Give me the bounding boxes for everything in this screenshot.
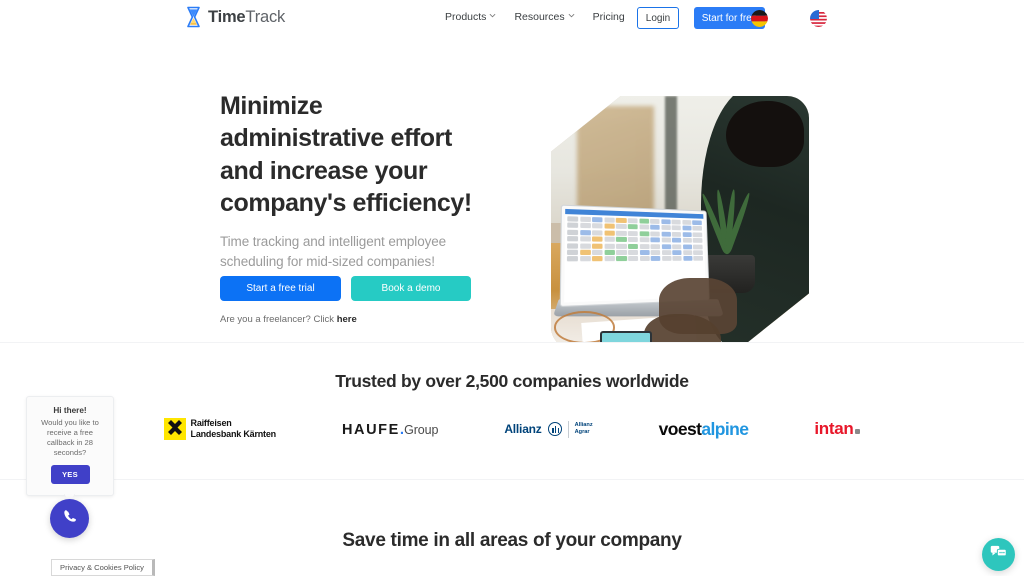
trust-title: Trusted by over 2,500 companies worldwid… (335, 371, 689, 391)
intan-wordmark: intan (814, 419, 854, 438)
haufe-group-label: Group (404, 422, 439, 437)
photo-wood-frame (576, 106, 655, 218)
us-flag-icon[interactable] (810, 10, 827, 27)
callback-phone-button[interactable] (50, 499, 89, 538)
voestalpine-part2: alpine (701, 418, 749, 439)
raiffeisen-wordmark: Raiffeisen Landesbank Kärnten (190, 418, 277, 440)
brand-name: TimeTrack (208, 8, 285, 27)
hero-subtitle: Time tracking and intelligent employee s… (220, 234, 447, 269)
nav-item-products-label: Products (445, 11, 487, 23)
voestalpine-part1: voest (658, 418, 702, 439)
nav-item-products[interactable]: Products (445, 11, 496, 23)
chevron-down-icon (489, 13, 496, 19)
brand-name-light: Track (245, 7, 286, 26)
freelancer-note: Are you a freelancer? Click here (220, 314, 357, 325)
allianz-agrar-line2: Agrar (574, 429, 590, 435)
nav-item-pricing[interactable]: Pricing (593, 11, 625, 23)
client-logo-haufe: HAUFE . Group (342, 411, 438, 447)
book-a-demo-button[interactable]: Book a demo (351, 276, 471, 301)
client-logo-voestalpine: voestalpine (659, 411, 749, 447)
phone-icon (62, 508, 78, 529)
german-flag-icon[interactable] (751, 10, 768, 27)
raiffeisen-gable-icon (163, 418, 186, 440)
logo-separator (567, 420, 569, 438)
raiffeisen-line2: Landesbank Kärnten (190, 429, 277, 439)
save-time-title: Save time in all areas of your company (342, 530, 682, 551)
hero-text-block: Minimize administrative effort and incre… (220, 90, 490, 271)
main-navigation: Products Resources Pricing (445, 11, 625, 23)
hourglass-icon (185, 6, 202, 28)
nav-item-pricing-label: Pricing (592, 11, 625, 23)
page-title: Minimize administrative effort and incre… (220, 92, 472, 217)
chevron-down-icon (568, 13, 575, 19)
site-header: TimeTrack Products Resources Pricing Log… (0, 0, 1024, 38)
hero-section: Minimize administrative effort and incre… (0, 38, 1024, 349)
haufe-wordmark: HAUFE (341, 421, 400, 438)
callback-heading: Hi there! (53, 406, 87, 415)
raiffeisen-line1: Raiffeisen (190, 418, 232, 429)
client-logo-allianz: Allianz Allianz Agrar (504, 411, 593, 447)
callback-yes-button[interactable]: YES (50, 465, 90, 485)
freelancer-link[interactable]: here (337, 314, 357, 325)
hero-photo-composite (551, 96, 809, 349)
client-logo-raiffeisen: Raiffeisen Landesbank Kärnten (163, 411, 277, 447)
allianz-agrar-label: Allianz Agrar (575, 422, 593, 436)
nav-item-resources-label: Resources (514, 11, 565, 23)
allianz-agrar-line1: Allianz (574, 422, 593, 429)
login-button[interactable]: Login (637, 7, 679, 29)
allianz-bars-icon (547, 422, 562, 436)
nav-item-resources[interactable]: Resources (514, 11, 575, 23)
hero-cta-group: Start a free trial Book a demo (220, 276, 471, 301)
photo-person-hair (726, 101, 804, 167)
chat-bubbles-icon (990, 544, 1007, 565)
start-free-trial-button[interactable]: Start a free trial (220, 276, 341, 301)
trust-section: Trusted by over 2,500 companies worldwid… (0, 343, 1024, 479)
privacy-cookies-policy-button[interactable]: Privacy & Cookies Policy (51, 559, 155, 576)
photo-window-mullion (664, 96, 678, 228)
client-logo-intan: intan (814, 411, 861, 447)
hero-image (551, 96, 809, 349)
freelancer-note-text: Are you a freelancer? Click (220, 314, 337, 325)
landing-page: TimeTrack Products Resources Pricing Log… (0, 0, 1024, 576)
callback-widget[interactable]: Hi there! Would you like to receive a fr… (26, 396, 114, 496)
callback-message: Would you like to receive a free callbac… (41, 418, 99, 458)
brand-logo[interactable]: TimeTrack (185, 6, 285, 28)
chat-widget-button[interactable] (982, 538, 1015, 571)
client-logo-row: Raiffeisen Landesbank Kärnten HAUFE . Gr… (0, 409, 1024, 449)
allianz-wordmark: Allianz (504, 422, 542, 436)
brand-name-bold: Time (208, 7, 246, 26)
intan-dot-icon (855, 429, 861, 434)
